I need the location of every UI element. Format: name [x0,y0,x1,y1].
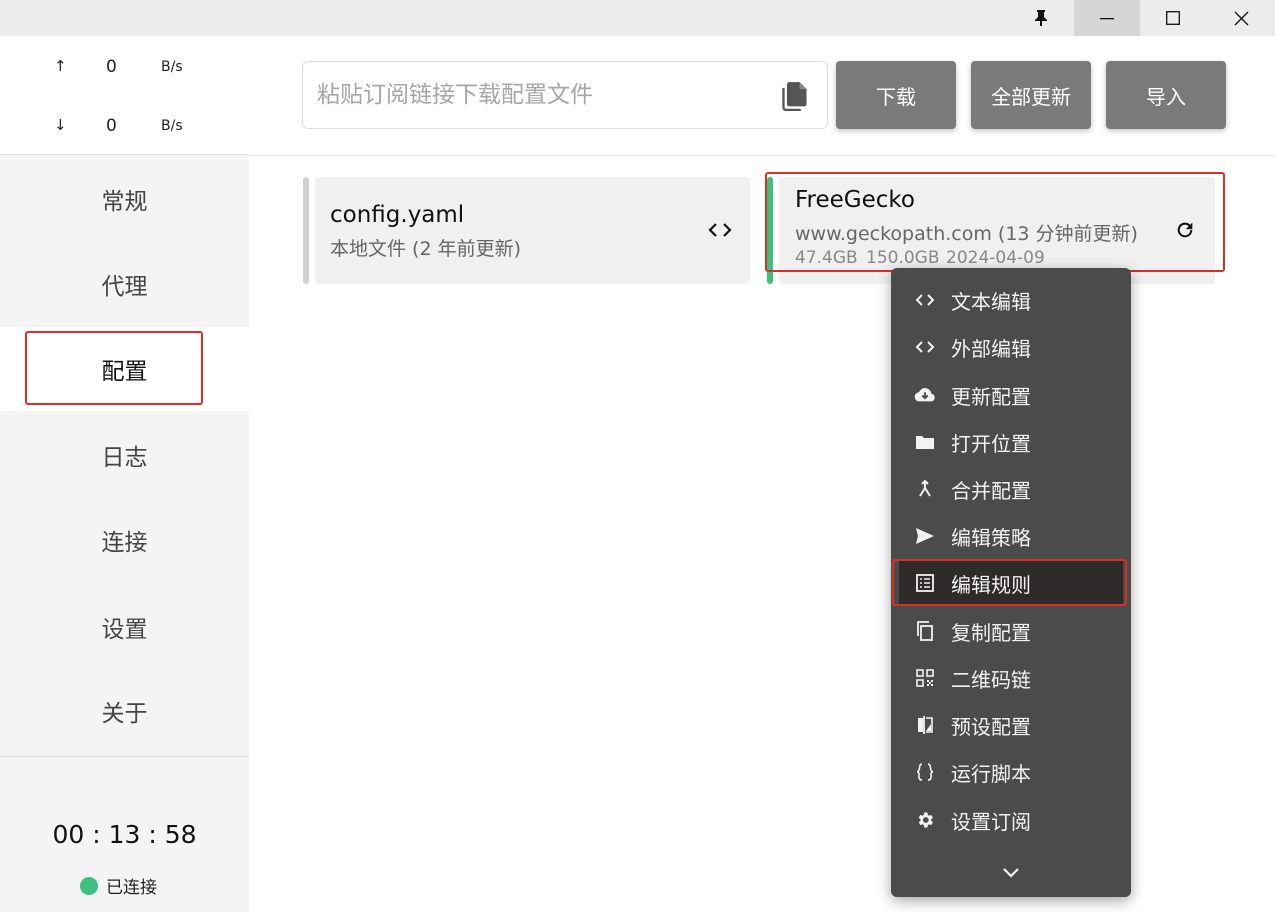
sidebar-item-settings[interactable]: 设置 [0,585,249,669]
code-icon [708,223,732,237]
download-speed: ↓ 0 B/s [0,110,249,140]
download-button[interactable]: 下载 [836,61,956,129]
sidebar-item-profiles[interactable]: 配置 [0,327,249,411]
upload-unit: B/s [161,59,183,75]
traffic-panel: ↑ 0 B/s ↓ 0 B/s [0,36,249,155]
sidebar-footer: 00 : 13 : 58 已连接 [0,756,249,912]
profile-context-menu: 文本编辑 外部编辑 更新配置 打开位置 合并配置 编辑策略 编辑规则 复制配置 … [891,268,1131,897]
pin-button[interactable] [1008,0,1074,36]
connection-status-label: 已连接 [106,878,157,898]
connection-status: 已连接 [80,873,157,898]
menu-item-preset-profile[interactable]: 预设配置 [899,703,1123,747]
braces-icon [916,763,934,781]
sidebar-item-proxy[interactable]: 代理 [0,242,249,326]
menu-label: 打开位置 [951,431,1031,456]
uptime-timer: 00 : 13 : 58 [52,820,197,849]
paste-icon[interactable] [781,81,809,111]
download-value: 0 [106,116,117,136]
refresh-profile-button[interactable] [1170,215,1200,245]
code-icon [915,341,935,353]
menu-label: 二维码链 [951,667,1031,692]
update-all-button[interactable]: 全部更新 [971,61,1091,129]
maximize-button[interactable] [1140,0,1206,36]
menu-item-edit-groups[interactable]: 编辑策略 [899,514,1123,558]
upload-value: 0 [106,57,117,77]
usage-progress-fill [795,270,865,272]
profile-indicator [303,177,309,284]
upload-arrow-icon: ↑ [54,57,67,75]
sidebar-item-connections[interactable]: 连接 [0,498,249,582]
nav-group-top: 常规 代理 [0,156,249,327]
minimize-icon [1100,18,1114,20]
profile-toolbar: 下载 全部更新 导入 [249,36,1275,156]
qrcode-icon [916,669,934,687]
profile-subtitle: www.geckopath.com (13 分钟前更新) [795,223,1138,245]
profile-active-indicator [767,177,773,284]
sidebar-item-general[interactable]: 常规 [0,157,249,241]
code-icon [915,294,935,306]
menu-item-run-script[interactable]: 运行脚本 [899,750,1123,794]
profile-title: config.yaml [330,202,465,228]
menu-item-merge-profile[interactable]: 合并配置 [899,467,1123,511]
menu-label: 设置订阅 [951,809,1031,834]
profile-usage-used: 47.4GB [795,248,858,268]
menu-item-copy-profile[interactable]: 复制配置 [899,609,1123,653]
download-arrow-icon: ↓ [54,116,67,134]
compare-icon [918,716,933,734]
menu-item-edit-rules[interactable]: 编辑规则 [899,561,1123,605]
minimize-button[interactable] [1074,0,1140,36]
menu-item-subscription-settings[interactable]: 设置订阅 [899,798,1123,842]
gear-icon [918,812,933,828]
menu-label: 编辑策略 [951,525,1031,550]
nav-active-slot: 配置 [0,327,249,411]
folder-icon [916,436,934,449]
profile-usage-total: 150.0GB [866,248,940,268]
menu-label: 预设配置 [951,714,1031,739]
edit-profile-button[interactable] [705,215,735,245]
send-icon [916,528,934,544]
merge-icon [919,480,931,497]
menu-label: 编辑规则 [951,572,1031,597]
profile-title: FreeGecko [795,187,915,213]
menu-label: 文本编辑 [951,289,1031,314]
list-icon [916,574,934,592]
close-icon [1234,11,1248,25]
sidebar-item-about[interactable]: 关于 [0,669,249,753]
menu-label: 更新配置 [951,384,1031,409]
status-dot-icon [80,876,98,895]
menu-item-update-profile[interactable]: 更新配置 [899,373,1123,417]
pin-icon [1035,10,1047,26]
title-bar [0,0,1275,36]
subscription-url-input[interactable] [317,62,767,128]
menu-label: 复制配置 [951,620,1031,645]
menu-more-button[interactable] [891,858,1131,888]
profile-card-local[interactable]: config.yaml 本地文件 (2 年前更新) [303,177,750,284]
import-button[interactable]: 导入 [1106,61,1226,129]
copy-icon [917,621,933,641]
sidebar: ↑ 0 B/s ↓ 0 B/s 常规 代理 配置 日志 连接 设置 关于 00 … [0,36,249,912]
menu-label: 运行脚本 [951,761,1031,786]
sidebar-item-logs[interactable]: 日志 [0,413,249,497]
menu-item-text-edit[interactable]: 文本编辑 [899,278,1123,322]
profile-expire-date: 2024-04-09 [946,248,1045,268]
upload-speed: ↑ 0 B/s [0,51,249,81]
menu-label: 合并配置 [951,478,1031,503]
menu-item-open-location[interactable]: 打开位置 [899,420,1123,464]
subscription-url-box [302,61,828,129]
download-unit: B/s [161,118,183,134]
chevron-down-icon [1003,868,1019,878]
menu-item-qrcode[interactable]: 二维码链 [899,656,1123,700]
menu-item-external-edit[interactable]: 外部编辑 [899,325,1123,369]
menu-label: 外部编辑 [951,336,1031,361]
nav-group-bottom: 日志 连接 设置 关于 [0,411,249,756]
close-button[interactable] [1208,0,1274,36]
profile-subtitle: 本地文件 (2 年前更新) [330,238,521,260]
cloud-download-icon [914,388,935,402]
refresh-icon [1177,222,1193,238]
maximize-icon [1166,11,1180,25]
